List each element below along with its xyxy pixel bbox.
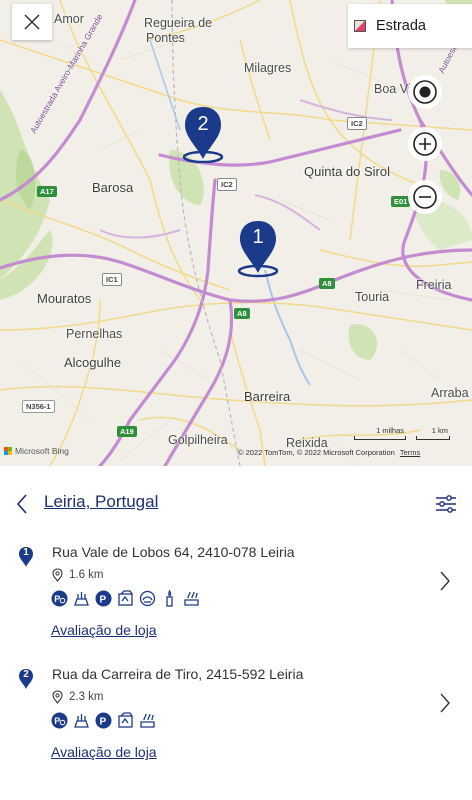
store-address: Rua da Carreira de Tiro, 2415-592 Leiria [52,666,304,682]
road-shield: A8 [234,308,250,319]
parking-icon: P [95,590,112,607]
wheelchair-parking-icon: P [51,590,68,607]
map-place-label: Alcogulhe [64,355,122,370]
map-pin-store-1[interactable]: 1 [236,219,280,279]
map-place-label: Arraba [431,386,469,400]
map-place-label: Quinta do Sirol [304,164,390,179]
zoom-in-button[interactable] [408,127,442,161]
filter-sliders-icon [436,495,456,513]
chevron-right-icon [440,693,450,713]
locate-me-button[interactable] [408,75,442,109]
coffee-icon [139,590,156,607]
map-place-label: Regueira de [144,16,213,30]
store-number-marker: 2 [18,668,34,690]
map-view[interactable]: Amor Regueira de Pontes Milagres Boa Vi … [0,0,472,466]
scale-km: 1 km [416,426,450,440]
back-button[interactable] [16,490,36,518]
store-review-link[interactable]: Avaliação de loja [51,622,157,638]
wheelchair-parking-icon: P [51,712,68,729]
map-place-label: Golpilheira [168,433,228,447]
location-pin-icon [52,690,63,704]
filter-button[interactable] [434,492,458,516]
baking-hand-icon [139,712,156,729]
store-list-panel: Leiria, Portugal 1 Rua Vale de Lobos 64,… [0,466,472,800]
location-title[interactable]: Leiria, Portugal [44,492,158,512]
map-place-label: Barreira [244,389,291,404]
map-place-label: Amor [54,12,84,26]
candle-icon [161,590,178,607]
bing-logo: Microsoft Bing [4,446,69,456]
road-shield: A17 [37,186,57,197]
baking-hand-icon [183,590,200,607]
microsoft-logo-icon [4,447,12,455]
map-place-label: Touria [355,290,390,304]
map-style-label: Estrada [376,18,426,34]
close-button[interactable] [12,4,52,40]
svg-text:P: P [100,595,107,606]
zoom-out-button[interactable] [408,180,442,214]
recycling-icon [117,590,134,607]
map-place-label: Boa Vi [374,82,411,96]
store-distance: 1.6 km [52,568,104,582]
store-address: Rua Vale de Lobos 64, 2410-078 Leiria [52,544,295,560]
map-style-button[interactable]: Estrada [348,4,472,48]
svg-text:P: P [100,717,107,728]
store-distance: 2.3 km [52,690,104,704]
map-place-label: Freiria [416,278,452,292]
copyright-text: © 2022 TomTom, © 2022 Microsoft Corporat… [238,448,395,457]
bakery-icon [73,590,90,607]
bing-label: Microsoft Bing [15,446,69,456]
map-pin-store-2[interactable]: 2 [181,103,225,164]
svg-text:P: P [54,716,60,726]
scale-km-label: 1 km [431,426,448,435]
map-place-label: Milagres [244,61,292,75]
road-shield: A8 [319,278,335,289]
parking-icon: P [95,712,112,729]
map-place-label: Mouratos [37,291,92,306]
store-number: 1 [23,547,29,558]
close-icon [24,14,40,30]
store-list-item[interactable]: 1 Rua Vale de Lobos 64, 2410-078 Leiria … [0,542,472,660]
map-pin-number: 1 [252,226,264,248]
road-shield: IC2 [217,178,237,191]
map-pin-number: 2 [197,113,209,135]
road-shield: IC2 [347,117,367,130]
bakery-icon [73,712,90,729]
road-shield: IC1 [102,273,122,286]
store-list-item[interactable]: 2 Rua da Carreira de Tiro, 2415-592 Leir… [0,664,472,782]
chevron-right-icon [440,571,450,591]
map-copyright: © 2022 TomTom, © 2022 Microsoft Corporat… [238,448,420,457]
locate-icon [413,80,437,104]
road-shield: A19 [117,426,137,437]
store-distance-value: 1.6 km [69,569,104,581]
store-number: 2 [23,669,29,680]
location-pin-icon [52,568,63,582]
recycling-icon [117,712,134,729]
road-shield: N356-1 [22,400,55,413]
store-number-marker: 1 [18,546,34,568]
plus-icon [413,132,437,156]
scale-miles: 1 milhas [354,426,406,440]
chevron-left-icon [16,494,27,514]
store-services: P P [51,712,156,729]
panel-header: Leiria, Portugal [0,488,472,520]
svg-text:P: P [54,594,60,604]
minus-icon [413,185,437,209]
store-details-button[interactable] [438,568,452,594]
store-services: P P [51,590,200,607]
store-distance-value: 2.3 km [69,691,104,703]
scale-miles-label: 1 milhas [376,426,404,435]
store-review-link[interactable]: Avaliação de loja [51,744,157,760]
store-details-button[interactable] [438,690,452,716]
map-place-label: Pontes [146,31,185,45]
map-place-label: Pernelhas [66,327,123,341]
terms-link[interactable]: Terms [400,448,420,457]
road-style-icon [354,20,366,32]
map-place-label: Barosa [92,180,134,195]
